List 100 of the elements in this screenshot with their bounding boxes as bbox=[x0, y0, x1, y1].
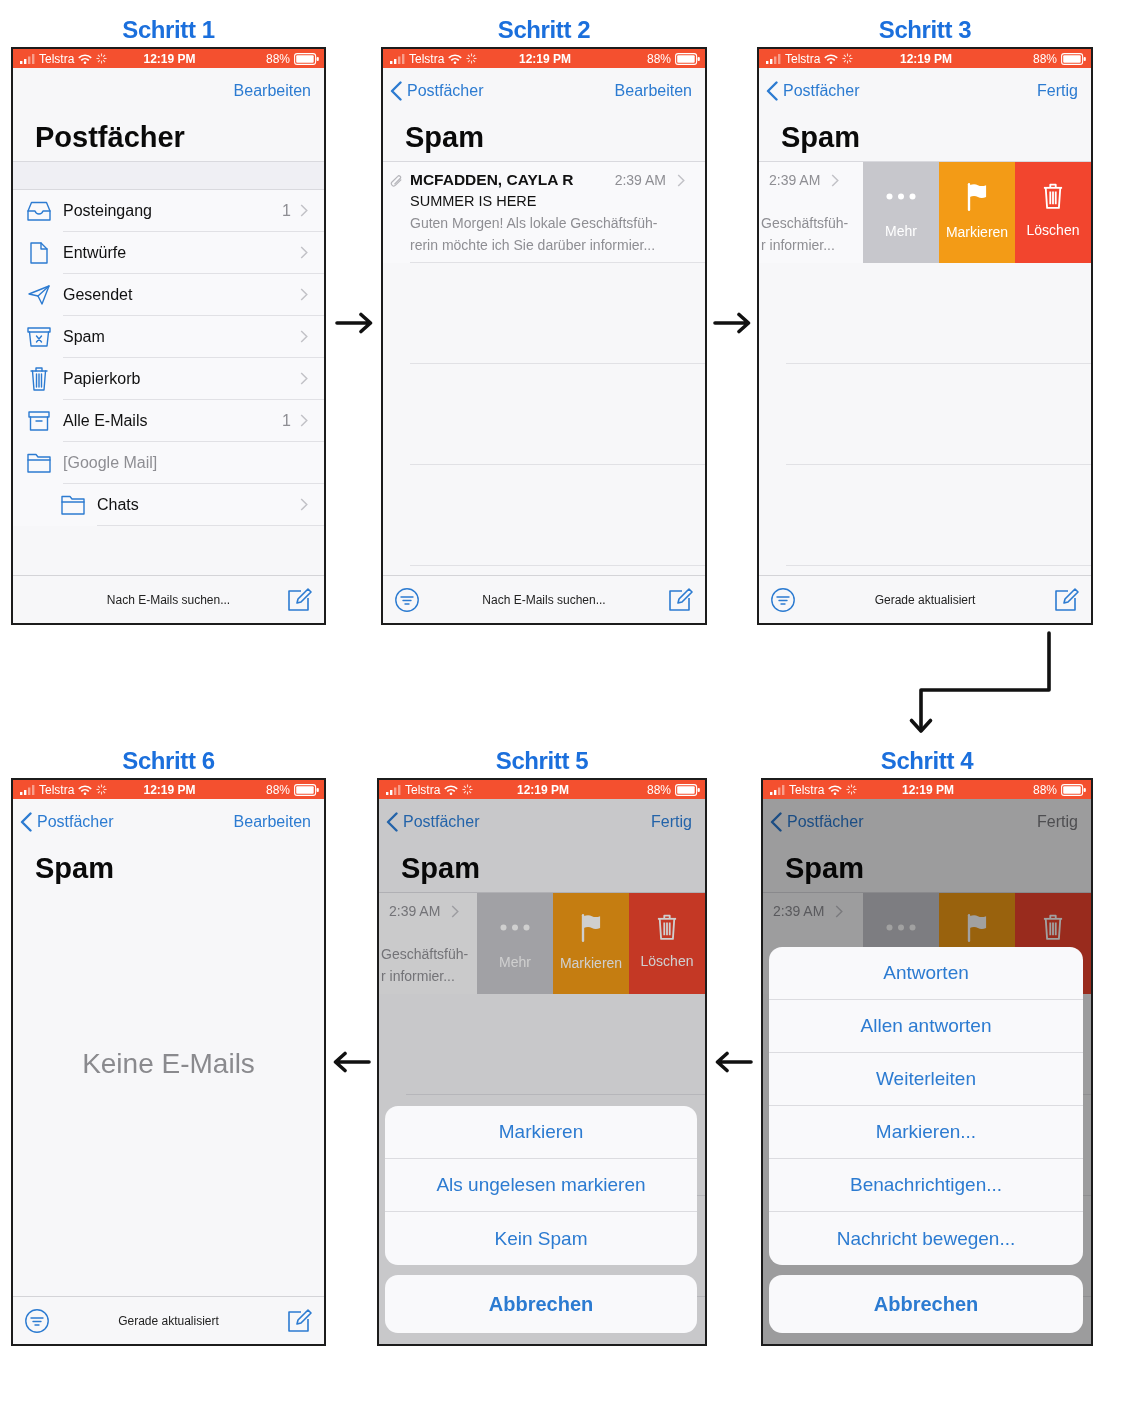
sheet-option[interactable]: Kein Spam bbox=[385, 1212, 697, 1265]
compose-icon[interactable] bbox=[288, 588, 312, 611]
signal-icon bbox=[20, 53, 35, 64]
page-title: Postfächer bbox=[35, 121, 185, 154]
carrier-name: Telstra bbox=[39, 51, 75, 66]
sheet-option[interactable]: Benachrichtigen... bbox=[769, 1159, 1083, 1212]
chevron-right-icon bbox=[300, 246, 308, 259]
carrier-name: Telstra bbox=[409, 51, 445, 66]
archive-box-icon bbox=[28, 411, 50, 431]
flag-button[interactable]: Markieren bbox=[553, 893, 629, 994]
page-title: Spam bbox=[401, 852, 480, 885]
status-time: 12:19 PM bbox=[517, 782, 569, 797]
chevron-right-icon bbox=[831, 173, 840, 187]
trash-icon bbox=[1043, 914, 1063, 940]
battery-percent: 88% bbox=[265, 782, 290, 797]
compose-icon[interactable] bbox=[669, 588, 693, 611]
message-subject: SUMMER IS HERE bbox=[410, 193, 537, 209]
message-time: 2:39 AM bbox=[389, 903, 441, 919]
nav-bar-button[interactable]: Bearbeiten bbox=[233, 813, 311, 831]
status-time: 12:19 PM bbox=[143, 782, 196, 797]
back-button[interactable]: Postfächer bbox=[766, 81, 860, 101]
wifi-icon bbox=[78, 53, 93, 64]
carrier-name: Telstra bbox=[789, 782, 825, 797]
filter-icon[interactable] bbox=[25, 1308, 49, 1333]
status-time: 12:19 PM bbox=[900, 51, 952, 66]
battery-percent: 88% bbox=[1032, 782, 1057, 797]
message-preview: Guten Morgen! Als lokale Geschäftsfüh- rerin möchte ich Sie darüber informier... bbox=[410, 214, 658, 255]
filter-icon[interactable] bbox=[395, 587, 419, 612]
page-title: Spam bbox=[405, 121, 484, 154]
back-button[interactable]: Postfächer bbox=[20, 812, 114, 832]
document-icon bbox=[30, 242, 48, 264]
flag-button[interactable]: Markieren bbox=[939, 162, 1015, 263]
message-time: 2:39 AM bbox=[769, 172, 821, 188]
status-time: 12:19 PM bbox=[902, 782, 954, 797]
message-preview: Geschäftsfüh- r informier... bbox=[760, 214, 849, 255]
dots-icon bbox=[886, 193, 916, 200]
sender-name: MCFADDEN, CAYLA R bbox=[410, 171, 574, 189]
compose-icon[interactable] bbox=[1055, 588, 1079, 611]
compose-icon[interactable] bbox=[288, 1309, 312, 1332]
nav-bar-button[interactable]: Bearbeiten bbox=[614, 82, 692, 100]
nav-bar-button[interactable]: Fertig bbox=[1037, 82, 1078, 100]
x-box-icon bbox=[27, 327, 51, 347]
back-button[interactable]: Postfächer bbox=[386, 812, 480, 832]
step-heading: Schritt 6 bbox=[122, 746, 215, 775]
flag-icon bbox=[967, 183, 987, 211]
battery-icon bbox=[675, 783, 700, 796]
nav-bar-button[interactable]: Bearbeiten bbox=[233, 82, 311, 100]
activity-spinner-icon bbox=[462, 784, 474, 795]
inbox-tray-icon bbox=[27, 201, 51, 221]
cancel-button[interactable]: Abbrechen bbox=[769, 1275, 1083, 1333]
activity-spinner-icon bbox=[466, 53, 478, 64]
unread-count: 1 bbox=[282, 411, 291, 430]
flag-icon bbox=[967, 914, 987, 942]
sheet-option[interactable]: Markieren bbox=[385, 1106, 697, 1159]
status-time: 12:19 PM bbox=[519, 51, 571, 66]
page-title: Spam bbox=[35, 852, 114, 885]
sheet-option[interactable]: Antworten bbox=[769, 947, 1083, 1000]
message-time: 2:39 AM bbox=[614, 172, 666, 188]
empty-message: Keine E-Mails bbox=[82, 1048, 255, 1080]
wifi-icon bbox=[824, 53, 839, 64]
delete-button[interactable]: Löschen bbox=[629, 893, 705, 994]
step-heading: Schritt 4 bbox=[880, 746, 974, 775]
toolbar-status: Nach E-Mails suchen... bbox=[106, 592, 231, 607]
delete-button[interactable]: Löschen bbox=[1015, 162, 1091, 263]
chevron-right-icon bbox=[835, 904, 844, 918]
filter-icon[interactable] bbox=[771, 587, 795, 612]
chevron-right-icon bbox=[300, 204, 308, 217]
unread-count: 1 bbox=[282, 201, 291, 220]
battery-icon bbox=[294, 52, 319, 65]
message-preview: Geschäftsfüh- r informier... bbox=[380, 945, 469, 986]
right-arrow bbox=[334, 312, 373, 334]
right-arrow bbox=[713, 312, 751, 334]
back-button[interactable]: Postfächer bbox=[770, 812, 864, 832]
battery-icon bbox=[1061, 52, 1086, 65]
battery-percent: 88% bbox=[646, 51, 671, 66]
message-row[interactable]: 2:39 AM Geschäftsfüh- r informier... Mehr Markieren Löschen bbox=[759, 162, 1091, 263]
back-button[interactable]: Postfächer bbox=[390, 81, 484, 101]
chevron-left-icon bbox=[20, 812, 32, 832]
carrier-name: Telstra bbox=[785, 51, 821, 66]
sheet-option[interactable]: Weiterleiten bbox=[769, 1053, 1083, 1106]
chevron-right-icon bbox=[300, 372, 308, 385]
sheet-option[interactable]: Als ungelesen markieren bbox=[385, 1159, 697, 1212]
message-time: 2:39 AM bbox=[773, 903, 825, 919]
left-arrow bbox=[715, 1051, 753, 1073]
step-heading: Schritt 1 bbox=[122, 15, 215, 44]
chevron-right-icon bbox=[300, 414, 308, 427]
cancel-button[interactable]: Abbrechen bbox=[385, 1275, 697, 1333]
dots-icon bbox=[500, 924, 530, 931]
battery-icon bbox=[1061, 783, 1086, 796]
activity-spinner-icon bbox=[842, 53, 854, 64]
battery-icon bbox=[675, 52, 700, 65]
sheet-option[interactable]: Markieren... bbox=[769, 1106, 1083, 1159]
signal-icon bbox=[20, 784, 35, 795]
step-heading: Schritt 2 bbox=[497, 15, 591, 44]
toolbar-status: Gerade aktualisiert bbox=[118, 1313, 219, 1328]
sheet-option[interactable]: Allen antworten bbox=[769, 1000, 1083, 1053]
nav-bar-button[interactable]: Fertig bbox=[651, 813, 692, 831]
chevron-left-icon bbox=[386, 812, 398, 832]
status-time: 12:19 PM bbox=[143, 51, 196, 66]
sheet-option[interactable]: Nachricht bewegen... bbox=[769, 1212, 1083, 1265]
